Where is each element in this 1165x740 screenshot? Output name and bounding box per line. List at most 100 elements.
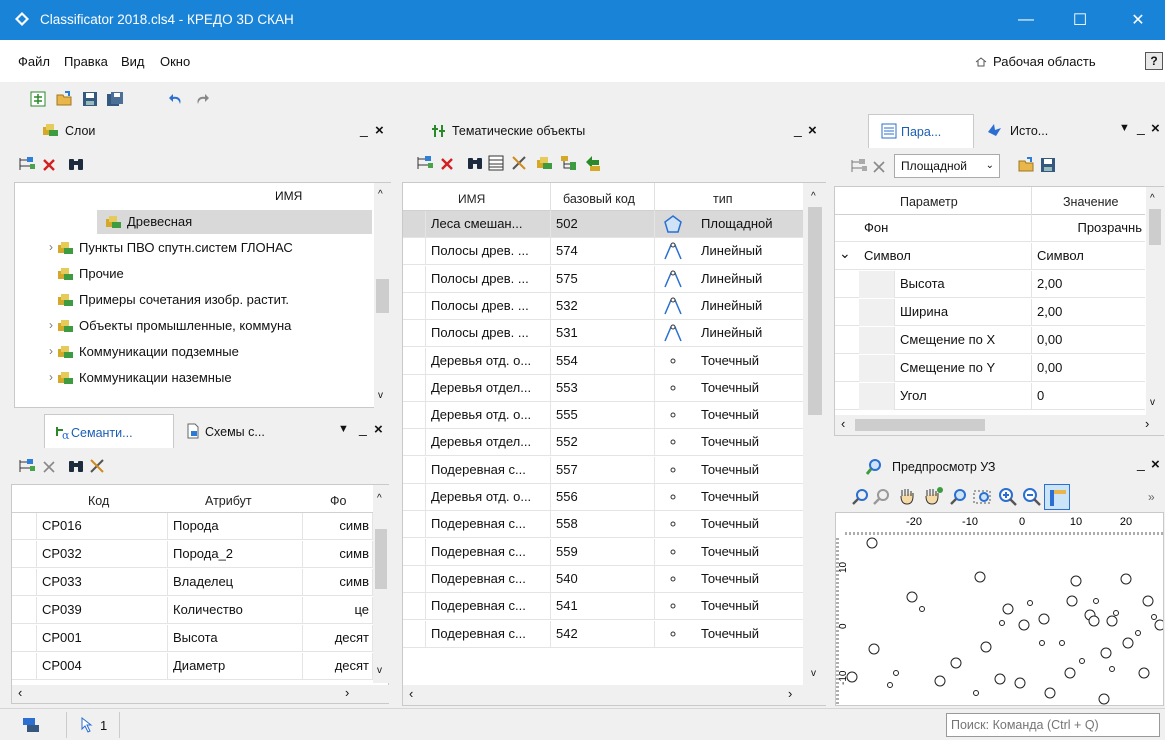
classifier-icon[interactable] <box>30 91 46 107</box>
redo-icon[interactable] <box>194 91 210 107</box>
toolbar-overflow-icon[interactable]: » <box>1148 490 1155 504</box>
save-all-icon[interactable] <box>106 91 124 107</box>
parameters-hscrollbar[interactable]: ‹ › <box>835 415 1164 435</box>
scroll-left-icon[interactable]: ‹ <box>841 416 845 431</box>
table-row[interactable]: Полосы древ. ... 574 Линейный <box>403 238 803 266</box>
rulers-toggle-button[interactable] <box>1044 484 1070 510</box>
parameter-value[interactable]: Прозрачнь <box>1032 215 1145 241</box>
layers-scroll-thumb[interactable] <box>376 279 389 313</box>
table-row[interactable]: CP033 Владелец симв <box>12 569 374 596</box>
parameter-value[interactable]: 0 <box>1032 383 1145 409</box>
add-attribute-icon[interactable] <box>18 458 36 474</box>
find-binoculars-icon[interactable] <box>67 155 85 173</box>
hierarchy-icon[interactable] <box>560 155 578 171</box>
move-up-icon[interactable] <box>584 154 602 172</box>
delete-disabled-icon[interactable] <box>42 460 56 474</box>
undo-icon[interactable] <box>168 91 184 107</box>
preview-pin-button[interactable]: _ <box>1137 455 1145 471</box>
parameter-value[interactable]: 2,00 <box>1032 271 1145 297</box>
table-row[interactable]: Подеревная с... 559 Точечный <box>403 538 803 566</box>
thematic-scroll-thumb[interactable] <box>808 207 822 415</box>
preview-close-button[interactable]: × <box>1151 456 1160 473</box>
pan-hand-plus-icon[interactable] <box>922 486 944 506</box>
semantics-scrollbar[interactable]: ^ v <box>373 485 389 683</box>
semantics-hscrollbar[interactable]: ‹ › <box>12 685 389 703</box>
menu-window[interactable]: Окно <box>160 54 190 69</box>
table-row[interactable]: Леса смешан... 502 Площадной <box>403 211 803 238</box>
parameter-row[interactable]: Угол 0 <box>835 383 1145 410</box>
save-icon[interactable] <box>82 91 98 107</box>
layers-icon[interactable] <box>536 156 554 170</box>
layer-item[interactable]: Примеры сочетания изобр. растит. <box>15 287 374 313</box>
menu-view[interactable]: Вид <box>121 54 145 69</box>
windows-layout-icon[interactable] <box>22 717 40 733</box>
parameter-row[interactable]: Ширина 2,00 <box>835 299 1145 326</box>
delete-icon[interactable] <box>440 157 454 171</box>
thematic-close-button[interactable]: × <box>808 122 817 139</box>
find-binoculars-icon[interactable] <box>67 457 85 475</box>
layers-close-button[interactable]: × <box>375 122 384 139</box>
table-row[interactable]: Подеревная с... 558 Точечный <box>403 511 803 539</box>
table-icon[interactable] <box>488 155 504 171</box>
parameter-value[interactable]: 0,00 <box>1032 355 1145 381</box>
layers-name-column[interactable]: ИМЯ <box>275 189 302 203</box>
col-format[interactable]: Фо <box>330 494 346 508</box>
parameter-row[interactable]: Смещение по Y 0,00 <box>835 355 1145 382</box>
scroll-down-icon[interactable]: v <box>377 665 382 676</box>
open-folder-icon[interactable] <box>56 91 74 107</box>
expand-chevron-icon[interactable]: › <box>49 344 53 358</box>
thematic-hscrollbar[interactable]: ‹ › <box>403 685 826 705</box>
add-parameter-icon[interactable] <box>850 158 868 174</box>
layer-item[interactable]: Древесная <box>15 209 374 235</box>
workspace-dropdown[interactable]: Рабочая область <box>993 54 1096 69</box>
layer-item[interactable]: › Объекты промышленные, коммуна <box>15 313 374 339</box>
parameters-hscroll-thumb[interactable] <box>855 419 985 431</box>
parameter-value[interactable]: 2,00 <box>1032 299 1145 325</box>
layer-item[interactable]: Прочие <box>15 261 374 287</box>
scroll-left-icon[interactable]: ‹ <box>18 685 22 700</box>
expand-chevron-icon[interactable]: › <box>49 240 53 254</box>
scroll-up-icon[interactable]: ^ <box>377 493 382 504</box>
panel-menu-icon[interactable]: ▼ <box>338 423 349 435</box>
parameter-row[interactable]: Высота 2,00 <box>835 271 1145 298</box>
parameter-value[interactable]: Символ <box>1032 243 1145 269</box>
help-button[interactable]: ? <box>1145 52 1163 70</box>
zoom-rect-icon[interactable] <box>972 487 994 507</box>
zoom-in-icon[interactable] <box>998 487 1018 507</box>
parameter-row[interactable]: Смещение по X 0,00 <box>835 327 1145 354</box>
menu-edit[interactable]: Правка <box>64 54 108 69</box>
thematic-scrollbar[interactable]: ^ v <box>803 183 826 685</box>
tab-schemas-label[interactable]: Схемы с... <box>205 425 265 439</box>
zoom-out-icon[interactable] <box>1022 487 1042 507</box>
layers-pin-button[interactable]: _ <box>360 121 368 137</box>
menu-file[interactable]: Файл <box>18 54 50 69</box>
zoom-prev-icon[interactable] <box>872 488 892 506</box>
layer-item[interactable]: › Коммуникации подземные <box>15 339 374 365</box>
scroll-down-icon[interactable]: v <box>1150 397 1155 408</box>
parameter-row[interactable]: ⌄ Символ Символ <box>835 243 1145 270</box>
col-parameter[interactable]: Параметр <box>900 195 958 209</box>
expand-chevron-icon[interactable]: › <box>49 370 53 384</box>
parameters-scrollbar[interactable]: ^ v <box>1146 187 1164 415</box>
table-row[interactable]: Подеревная с... 557 Точечный <box>403 456 803 484</box>
add-layer-icon[interactable] <box>18 156 36 172</box>
open-folder-icon[interactable] <box>1018 157 1036 173</box>
table-row[interactable]: Деревья отд. о... 555 Точечный <box>403 402 803 430</box>
tools-icon[interactable] <box>88 457 106 475</box>
delete-icon[interactable] <box>42 158 56 172</box>
scroll-right-icon[interactable]: › <box>788 686 792 701</box>
tab-semantics[interactable]: α Семанти... <box>44 414 174 448</box>
col-value[interactable]: Значение <box>1063 195 1118 209</box>
col-type[interactable]: тип <box>713 192 732 206</box>
parameters-close-button[interactable]: × <box>1151 120 1160 137</box>
col-base-code[interactable]: базовый код <box>563 192 635 206</box>
parameter-value[interactable]: 0,00 <box>1032 327 1145 353</box>
minimize-button[interactable]: — <box>1003 0 1049 40</box>
tab-parameters[interactable]: Пара... <box>868 114 974 148</box>
table-row[interactable]: CP004 Диаметр десят <box>12 653 374 680</box>
object-type-select[interactable]: Площадной ⌄ <box>894 154 1000 178</box>
parameters-pin-button[interactable]: _ <box>1137 119 1145 135</box>
layer-item[interactable]: › Пункты ПВО спутн.систем ГЛОНАС <box>15 235 374 261</box>
zoom-window-icon[interactable] <box>948 487 970 507</box>
scroll-right-icon[interactable]: › <box>345 685 349 700</box>
